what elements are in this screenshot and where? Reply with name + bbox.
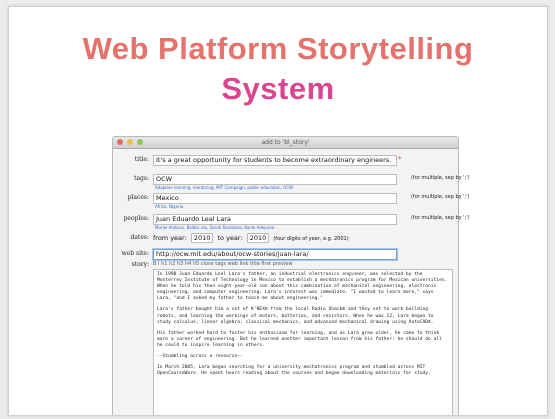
places-input[interactable]: Mexico <box>153 193 397 204</box>
to-year-label: to year: <box>217 234 243 242</box>
dates-format-note: (four digits of year, e.g. 2001) <box>273 236 349 242</box>
window-titlebar: add to 'bl_story' <box>113 137 458 149</box>
required-marker: * <box>398 155 402 163</box>
places-hint: Africa, Nigeria <box>155 204 184 209</box>
story-label: story: <box>131 261 149 268</box>
from-year-label: from year: <box>153 234 187 242</box>
story-textarea[interactable]: In 1990 Juan Eduardo Leal Lara's father,… <box>153 269 453 415</box>
editor-toolbar[interactable]: B I h1 h2 h3 h4 h5 close tags web link t… <box>153 261 292 267</box>
website-label: web site: <box>121 250 149 257</box>
story-paragraph: In 1990 Juan Eduardo Leal Lara's father,… <box>157 272 448 302</box>
presentation-slide: Web Platform Storytelling System add to … <box>8 6 548 416</box>
title-label: title: <box>134 156 149 163</box>
story-paragraph: Lara's father bought him a set of K'NEX®… <box>157 307 434 325</box>
places-label: places: <box>127 194 149 201</box>
slide-title-line1: Web Platform Storytelling <box>82 31 474 66</box>
peoples-hint: Muriel Ambrus, Baldor rox, Sarah Randazz… <box>155 225 275 230</box>
peoples-input[interactable]: Juan Eduardo Leal Lara <box>153 214 397 225</box>
peoples-note: (for multiple, sep by ';') <box>411 215 470 221</box>
story-paragraph: --Stumbling across a resource-- <box>157 354 243 360</box>
window-title: add to 'bl_story' <box>261 139 310 146</box>
tags-label: tags: <box>134 175 149 182</box>
places-note: (for multiple, sep by ';') <box>411 194 470 200</box>
to-year-input[interactable]: 2010 <box>246 233 270 243</box>
tags-note: (for multiple, sep by ';') <box>411 175 470 181</box>
story-paragraph: His father worked hard to foster his ent… <box>157 330 442 348</box>
tags-input[interactable]: OCW <box>153 174 397 185</box>
peoples-label: peoples: <box>123 215 149 222</box>
from-year-input[interactable]: 2010 <box>190 233 214 243</box>
dates-group: from year: 2010 to year: 2010 (four digi… <box>153 233 349 243</box>
slide-title-line2: System <box>221 71 335 106</box>
story-paragraph: In March 2005, Lara began searching for … <box>157 365 431 377</box>
browser-window: add to 'bl_story' title: It's a great op… <box>112 136 470 415</box>
dates-label: dates: <box>130 234 149 241</box>
slide-title: Web Platform Storytelling System <box>9 29 547 109</box>
tags-hint: Adaptive learning, mentoring, MIT Campai… <box>155 185 293 190</box>
website-input[interactable]: http://ocw.mit.edu/about/ocw-stories/jua… <box>153 249 397 260</box>
title-input[interactable]: It's a great opportunity for students to… <box>153 155 397 166</box>
